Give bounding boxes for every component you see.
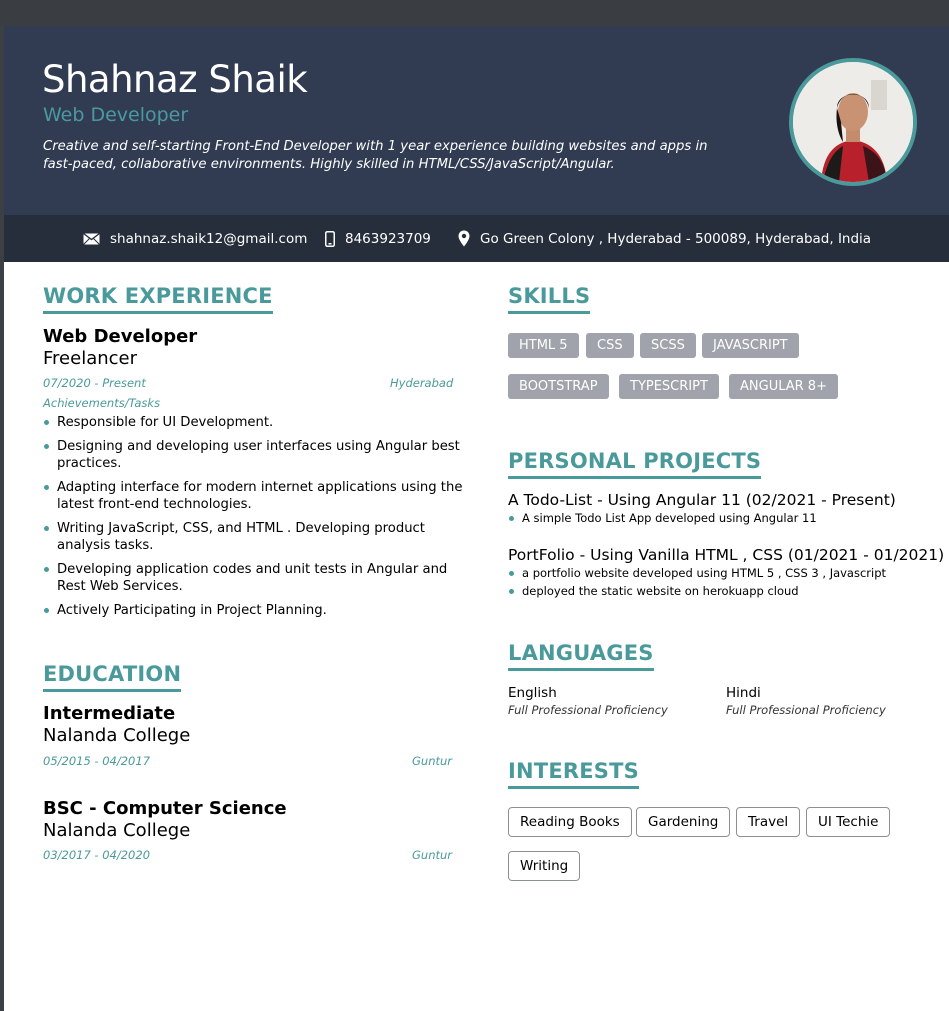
phone-icon [325, 230, 335, 247]
education-degree: Intermediate [43, 703, 176, 724]
skill-chip: HTML 5 [508, 333, 579, 358]
project-title: A Todo-List - Using Angular 11 (02/2021 … [508, 491, 896, 509]
skill-chip: TYPESCRIPT [619, 374, 719, 399]
list-item: A simple Todo List App developed using A… [508, 511, 817, 526]
contact-phone[interactable]: 8463923709 [325, 215, 431, 262]
list-item: Responsible for UI Development. [43, 414, 463, 431]
resume-page: Shahnaz Shaik Web Developer Creative and… [4, 26, 949, 1011]
phone-text: 8463923709 [345, 230, 431, 247]
profile-summary: Creative and self-starting Front-End Dev… [43, 139, 708, 172]
list-item: Actively Participating in Project Planni… [43, 602, 463, 619]
projects-heading: PERSONAL PROJECTS [508, 449, 762, 479]
languages-heading: LANGUAGES [508, 641, 654, 671]
candidate-name: Shahnaz Shaik [42, 58, 308, 101]
job-company: Freelancer [43, 348, 138, 369]
job-location: Hyderabad [390, 376, 454, 390]
list-item: a portfolio website developed using HTML… [508, 566, 886, 581]
language-name: Hindi [726, 685, 761, 701]
education-location: Guntur [412, 754, 453, 768]
skill-chip: BOOTSTRAP [508, 374, 609, 399]
project-bullets: A simple Todo List App developed using A… [508, 511, 817, 529]
list-item: Designing and developing user interfaces… [43, 438, 463, 472]
skill-chip: ANGULAR 8+ [729, 374, 838, 399]
interest-tag: Travel [736, 807, 801, 837]
contact-bar: shahnaz.shaik12@gmail.com 8463923709 Go … [4, 215, 949, 262]
interests-heading: INTERESTS [508, 759, 639, 789]
interest-tag: Gardening [636, 807, 731, 837]
list-item: Writing JavaScript, CSS, and HTML . Deve… [43, 520, 463, 554]
interest-tag: Reading Books [508, 807, 632, 837]
education-school: Nalanda College [43, 820, 191, 841]
profile-photo [789, 58, 917, 186]
address-text: Go Green Colony , Hyderabad - 500089, Hy… [480, 230, 872, 247]
skill-chip: CSS [586, 333, 634, 358]
education-location: Guntur [412, 848, 453, 862]
interest-tag: UI Techie [806, 807, 891, 837]
candidate-role: Web Developer [43, 104, 189, 126]
skills-heading: SKILLS [508, 284, 591, 314]
project-title: PortFolio - Using Vanilla HTML , CSS (01… [508, 546, 945, 564]
project-bullets: a portfolio website developed using HTML… [508, 566, 886, 602]
job-title: Web Developer [43, 326, 198, 347]
list-item: Adapting interface for modern internet a… [43, 479, 463, 513]
language-level: Full Professional Proficiency [726, 703, 886, 717]
skill-chip: JAVASCRIPT [702, 333, 799, 358]
skill-chip: SCSS [640, 333, 696, 358]
profile-photo-image [793, 62, 913, 182]
contact-address: Go Green Colony , Hyderabad - 500089, Hy… [458, 215, 871, 262]
list-item: Developing application codes and unit te… [43, 561, 463, 595]
list-item: deployed the static website on herokuapp… [508, 584, 886, 599]
education-dates: 03/2017 - 04/2020 [43, 848, 151, 862]
job-dates: 07/2020 - Present [43, 376, 146, 390]
education-degree: BSC - Computer Science [43, 798, 287, 819]
education-heading: EDUCATION [43, 662, 182, 692]
resume-header: Shahnaz Shaik Web Developer Creative and… [4, 26, 949, 215]
job-tasks-label: Achievements/Tasks [43, 396, 161, 410]
language-name: English [508, 685, 557, 701]
work-experience-heading: WORK EXPERIENCE [43, 284, 273, 314]
location-icon [458, 230, 470, 247]
education-dates: 05/2015 - 04/2017 [43, 754, 151, 768]
education-school: Nalanda College [43, 725, 191, 746]
interest-tag: Writing [508, 851, 581, 881]
language-level: Full Professional Proficiency [508, 703, 668, 717]
email-icon [83, 232, 100, 245]
viewer-top-bar [0, 0, 949, 26]
email-text: shahnaz.shaik12@gmail.com [110, 230, 308, 247]
contact-email[interactable]: shahnaz.shaik12@gmail.com [83, 215, 307, 262]
job-tasks-list: Responsible for UI Development. Designin… [43, 414, 463, 626]
